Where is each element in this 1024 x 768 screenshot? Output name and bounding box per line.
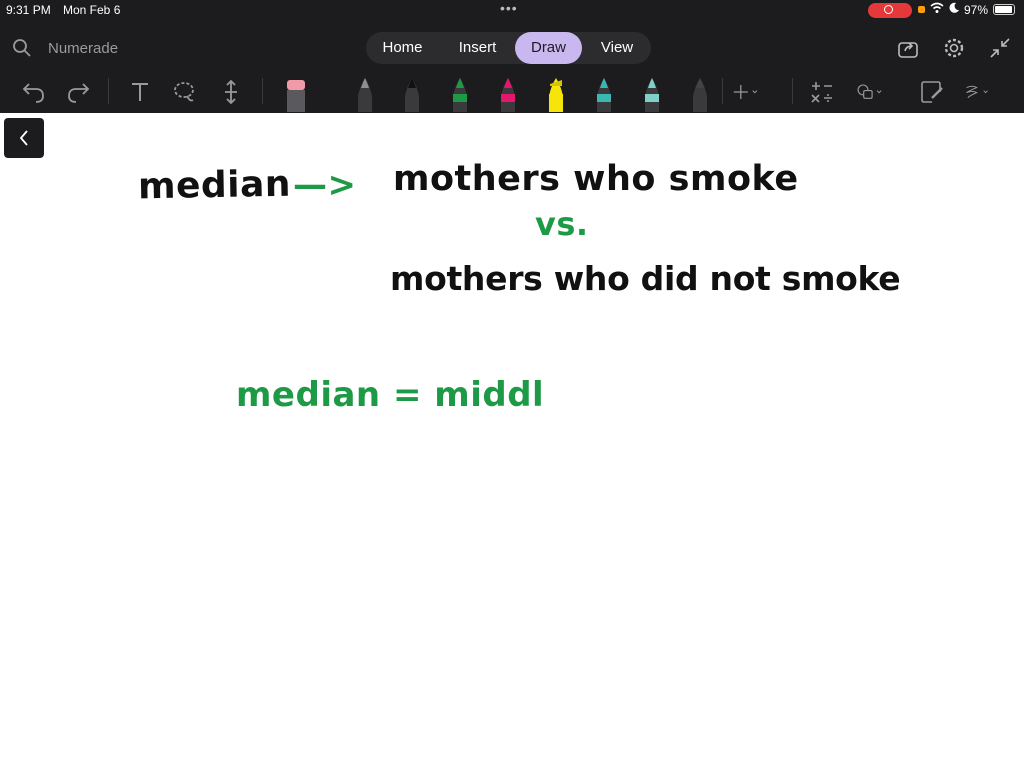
moon-icon: [948, 2, 960, 17]
collapse-icon[interactable]: [988, 36, 1012, 60]
search-icon: [13, 39, 31, 57]
pen-dark-icon[interactable]: [689, 76, 711, 112]
undo-icon[interactable]: [20, 78, 48, 106]
pen-galaxy-icon[interactable]: [593, 76, 615, 112]
tab-insert[interactable]: Insert: [440, 32, 515, 64]
redo-icon[interactable]: [64, 78, 92, 106]
handwriting-mothers-who-smoke: mothers who smoke: [393, 159, 799, 199]
pen-black-icon[interactable]: [401, 76, 423, 112]
status-time: 9:31 PM: [6, 3, 51, 17]
add-pen-icon[interactable]: [731, 78, 759, 106]
screen-recording-icon: [868, 3, 912, 18]
notebook-canvas[interactable]: median —> mothers who smoke vs. mothers …: [0, 113, 1024, 768]
highlighter-yellow-icon[interactable]: [545, 76, 567, 112]
math-icon[interactable]: [808, 78, 836, 106]
status-bar: 9:31 PM Mon Feb 6 ••• 97%: [0, 0, 1024, 22]
multitasking-dots[interactable]: •••: [500, 0, 518, 16]
status-date: Mon Feb 6: [63, 3, 121, 17]
toolbar-divider: [792, 78, 793, 104]
pen-gray-a-icon[interactable]: [354, 76, 376, 112]
text-tool-icon[interactable]: [126, 78, 154, 106]
top-bar: 9:31 PM Mon Feb 6 ••• 97% Numerade Home …: [0, 0, 1024, 113]
ink-to-text-icon[interactable]: [964, 78, 992, 106]
battery-percent: 97%: [964, 3, 989, 17]
share-icon[interactable]: [896, 36, 920, 60]
pen-green-icon[interactable]: [449, 76, 471, 112]
mic-indicator-icon: [918, 6, 925, 13]
ribbon-tabs: Home Insert Draw View: [366, 32, 651, 64]
handwriting-median-middle: median = middl: [236, 375, 545, 415]
pen-teal-icon[interactable]: [641, 76, 663, 112]
toolbar-divider: [262, 78, 263, 104]
handwriting-vs: vs.: [535, 205, 589, 243]
handwriting-median: median: [137, 163, 292, 208]
tab-home[interactable]: Home: [370, 32, 435, 64]
insert-space-icon[interactable]: [217, 78, 245, 106]
pen-pink-icon[interactable]: [497, 76, 519, 112]
shapes-icon[interactable]: [856, 78, 884, 106]
toolbar-divider: [722, 78, 723, 104]
wifi-icon: [930, 2, 944, 17]
handwriting-mothers-who-did-not-smoke: mothers who did not smoke: [390, 259, 901, 298]
toolbar-divider: [108, 78, 109, 104]
tab-view[interactable]: View: [586, 32, 648, 64]
ink-to-shape-icon[interactable]: [918, 78, 946, 106]
lasso-icon[interactable]: [170, 78, 198, 106]
handwriting-arrow: —>: [293, 165, 357, 205]
settings-icon[interactable]: [942, 36, 966, 60]
notebook-name: Numerade: [48, 40, 119, 57]
eraser-icon[interactable]: [285, 76, 307, 112]
tab-draw[interactable]: Draw: [515, 32, 582, 64]
battery-icon: [993, 4, 1015, 15]
